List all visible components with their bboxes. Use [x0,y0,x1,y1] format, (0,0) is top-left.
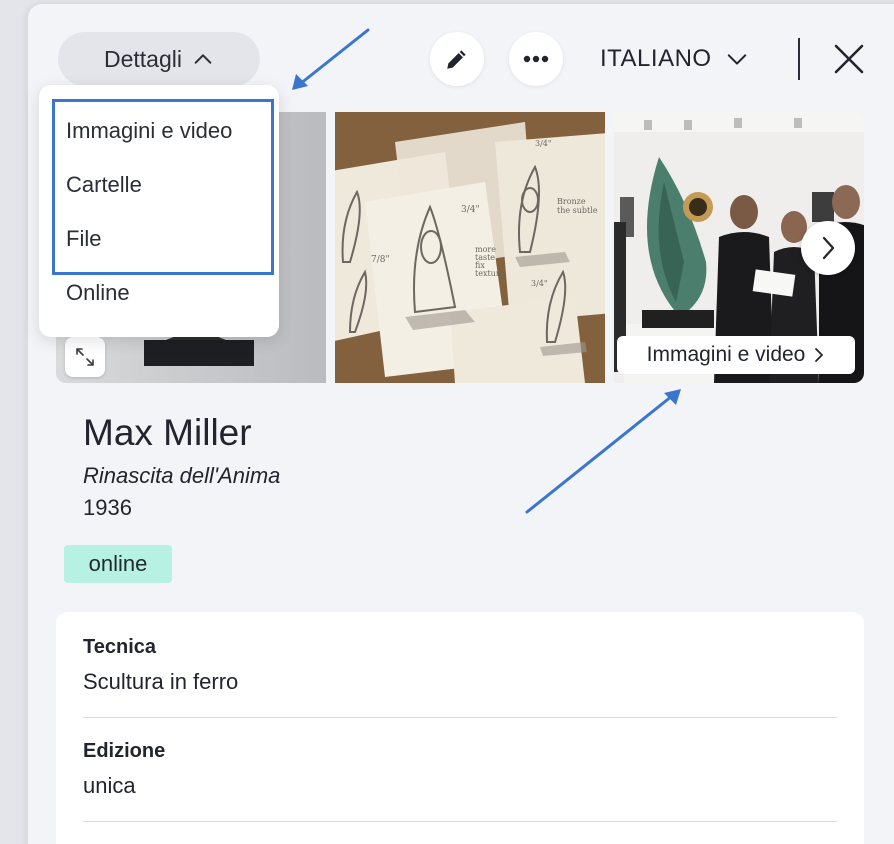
pencil-icon [447,50,466,69]
header-divider [798,38,800,80]
sketch-note: 3/4" [535,139,552,148]
chevron-up-icon [194,54,212,64]
field-value-edition: unica [83,773,136,798]
close-icon [834,44,864,74]
field-label-edition: Edizione [83,740,166,762]
chevron-right-icon [815,348,824,362]
images-and-videos-label: Immagini e video [646,343,806,366]
field-divider [83,717,837,718]
expand-button[interactable] [65,337,105,377]
expand-icon [76,348,94,366]
annotation-highlight-box [52,99,274,275]
language-selector[interactable]: ITALIANO [600,40,748,78]
images-and-videos-link[interactable]: Immagini e video [617,336,855,374]
close-button[interactable] [832,42,866,76]
details-dropdown-label: Dettagli [104,45,182,72]
sketch-note: 7/8" [371,255,390,265]
field-label-technique: Tecnica [83,636,156,658]
sketch-note: 3/4" [531,279,548,288]
artist-name: Max Miller [83,412,252,453]
language-label: ITALIANO [600,45,712,72]
sketch-note: texture [475,269,505,278]
sketch-note: the subtle [557,206,598,215]
sketch-note: 3/4" [461,205,480,215]
status-badge: online [64,545,172,583]
gallery-next-button[interactable] [801,221,855,275]
chevron-down-icon [727,54,746,65]
edit-button[interactable] [430,32,484,86]
menu-item-online[interactable]: Online [66,278,130,308]
artwork-year: 1936 [83,495,132,520]
gallery-image-sketches[interactable]: 3/4" 7/8" Bronze the subtle more taste f… [335,112,605,383]
more-options-button[interactable] [509,32,563,86]
details-card: Tecnica Scultura in ferro Edizione unica [56,612,864,844]
artwork-title: Rinascita dell'Anima [83,463,281,488]
field-value-technique: Scultura in ferro [83,669,239,694]
more-icon [523,55,549,63]
chevron-right-icon [822,236,835,260]
sketch-note: Bronze [557,197,586,206]
details-dropdown-button[interactable]: Dettagli [58,32,260,86]
field-divider [83,821,837,822]
